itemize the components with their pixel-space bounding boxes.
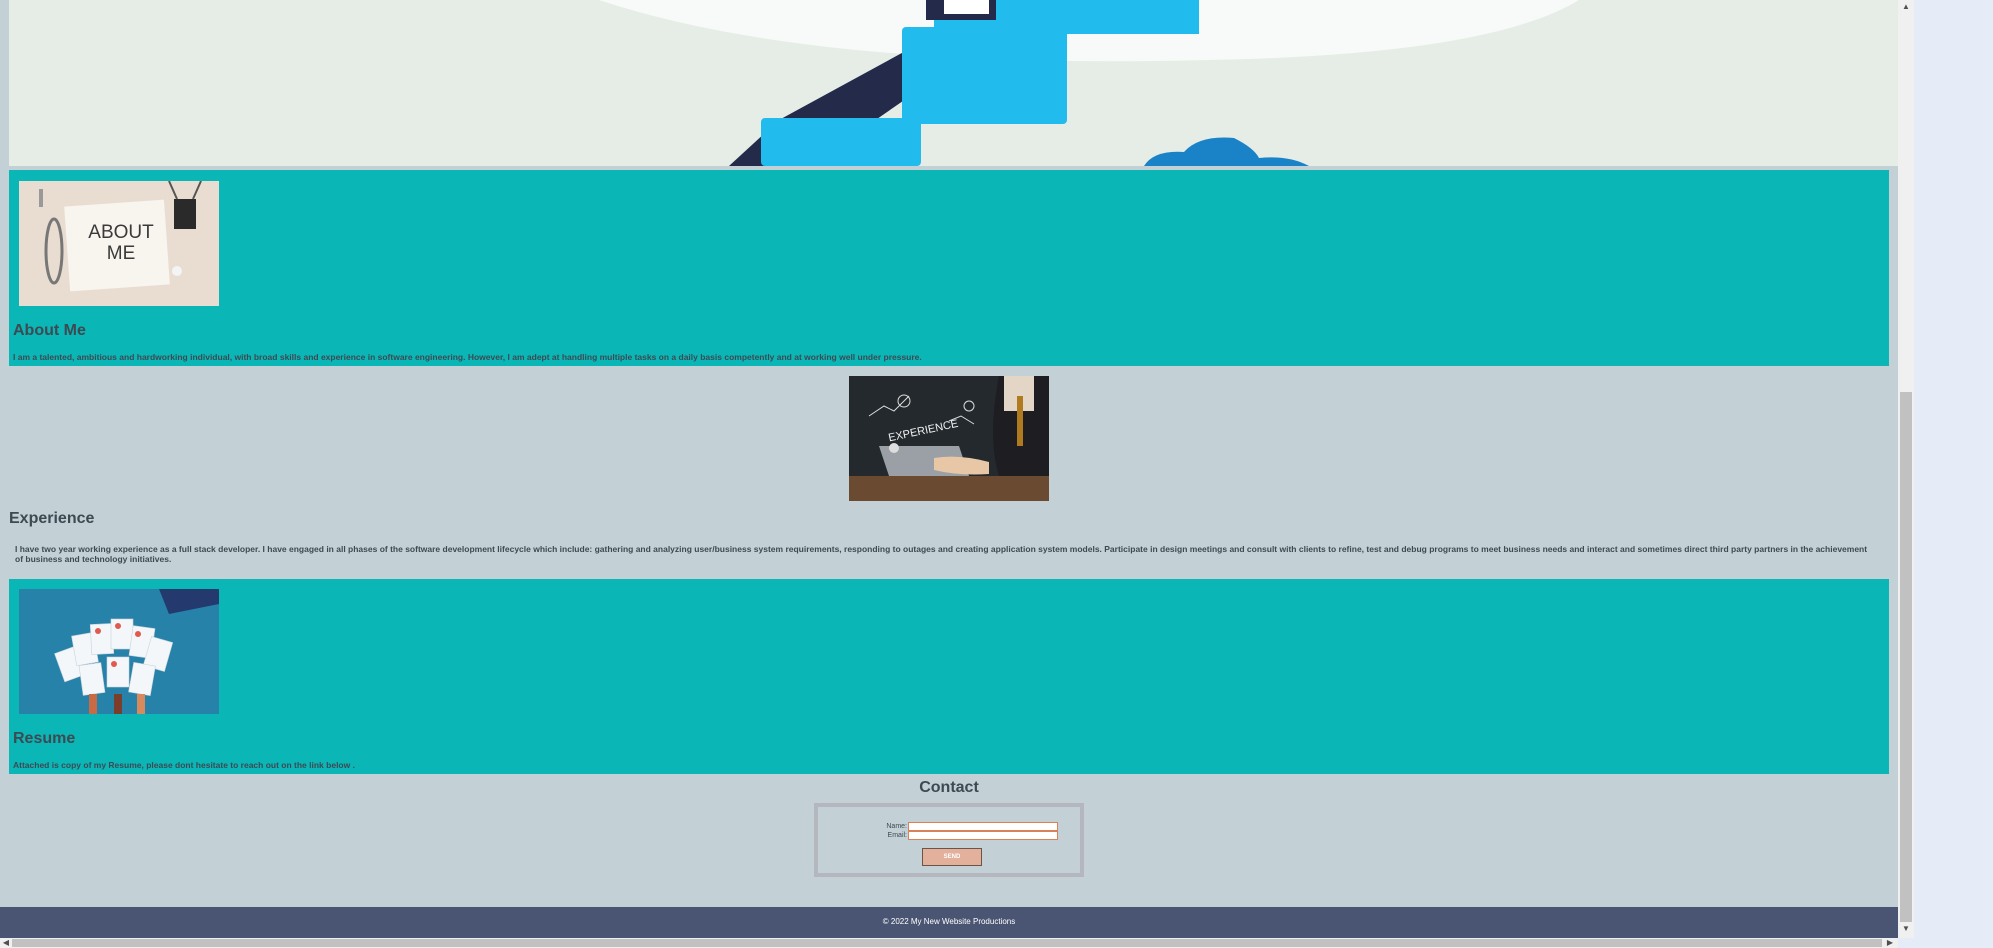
about-section: ABOUT ME About Me I am a talented, ambit… <box>9 170 1889 366</box>
horizontal-scrollbar-thumb[interactable] <box>12 939 1882 947</box>
contact-form: Name: Email: SEND <box>814 803 1084 877</box>
resume-image <box>19 589 219 714</box>
footer-text: © 2022 My New Website Productions <box>882 917 1016 926</box>
horizontal-scrollbar[interactable]: ◀ ▶ <box>0 938 1898 948</box>
experience-title: Experience <box>9 510 95 527</box>
about-text: I am a talented, ambitious and hardworki… <box>13 352 922 362</box>
send-button[interactable]: SEND <box>922 848 982 866</box>
experience-image: EXPERIENCE <box>849 376 1049 501</box>
footer: © 2022 My New Website Productions <box>0 907 1898 938</box>
name-label: Name: <box>886 823 907 830</box>
browser-side-panel <box>1914 0 1993 948</box>
about-title: About Me <box>13 322 86 339</box>
scroll-down-arrow-icon[interactable]: ▼ <box>1898 922 1914 936</box>
page-viewport: ABOUT ME About Me I am a talented, ambit… <box>0 0 1898 938</box>
contact-title: Contact <box>919 779 979 796</box>
email-row: Email: <box>818 831 1080 840</box>
about-image-caption-line2: ME <box>107 243 136 264</box>
name-row: Name: <box>818 822 1080 831</box>
scroll-up-arrow-icon[interactable]: ▲ <box>1898 0 1914 14</box>
experience-text: I have two year working experience as a … <box>15 544 1868 564</box>
email-label: Email: <box>887 832 907 839</box>
vertical-scrollbar-thumb[interactable] <box>1900 392 1912 922</box>
resume-text: Attached is copy of my Resume, please do… <box>13 760 355 770</box>
vertical-scrollbar[interactable]: ▲ ▼ <box>1898 0 1914 938</box>
resume-section: Resume Attached is copy of my Resume, pl… <box>9 579 1889 774</box>
email-field[interactable] <box>908 831 1058 840</box>
hero-illustration <box>9 0 1898 166</box>
resume-title: Resume <box>13 730 76 747</box>
scroll-left-arrow-icon[interactable]: ◀ <box>0 936 12 948</box>
name-field[interactable] <box>908 822 1058 831</box>
about-me-image: ABOUT ME <box>19 181 219 306</box>
scroll-right-arrow-icon[interactable]: ▶ <box>1884 936 1896 948</box>
about-image-caption-line1: ABOUT <box>88 222 154 243</box>
